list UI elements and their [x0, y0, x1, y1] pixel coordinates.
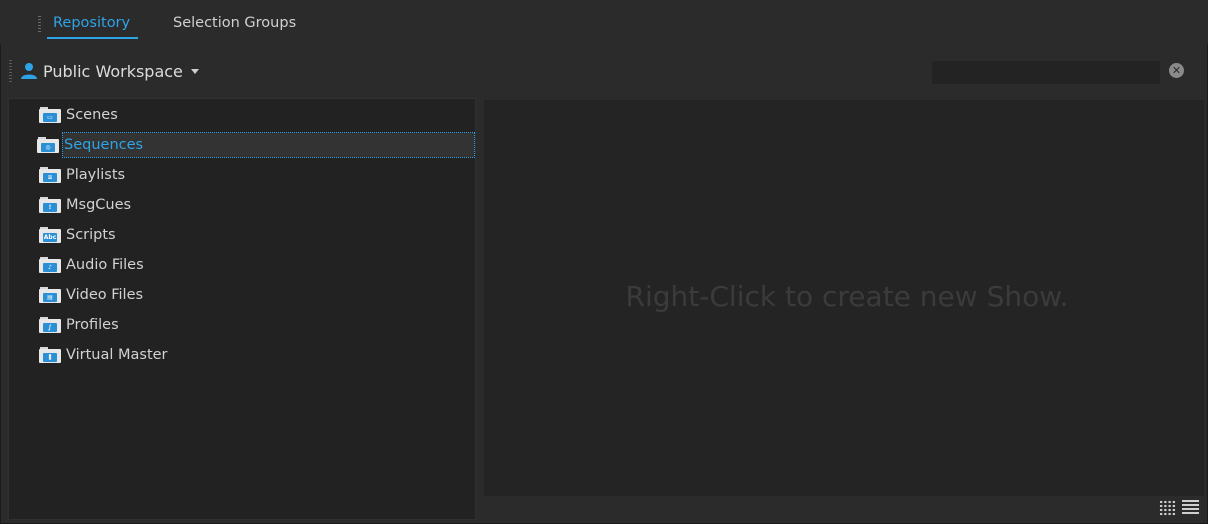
tree-item-label: Video Files — [66, 287, 144, 303]
tree-item-scenes[interactable]: ▭ Scenes — [39, 103, 118, 127]
profiles-folder-icon: ∫ — [39, 317, 61, 333]
scripts-folder-icon: Abc — [39, 227, 61, 243]
repository-tree: ▭ Scenes ◎ Sequences ≡ Playlists ! MsgCu… — [8, 98, 476, 520]
sequences-folder-icon: ◎ — [37, 137, 59, 153]
tab-bar: Repository Selection Groups — [0, 0, 1208, 44]
tree-item-profiles[interactable]: ∫ Profiles — [39, 313, 119, 337]
tree-item-playlists[interactable]: ≡ Playlists — [39, 163, 125, 187]
toolbar-drag-handle[interactable] — [9, 60, 12, 82]
tree-item-label: MsgCues — [66, 197, 132, 213]
virtual-master-folder-icon: ⫼ — [39, 347, 61, 363]
tab-repository[interactable]: Repository — [46, 15, 139, 39]
workspace-label: Public Workspace — [43, 61, 183, 81]
tree-item-sequences[interactable]: ◎ Sequences — [37, 132, 475, 158]
tree-item-virtual-master[interactable]: ⫼ Virtual Master — [39, 343, 168, 367]
clear-search-icon[interactable]: ✕ — [1169, 63, 1184, 78]
tree-item-label: Scenes — [66, 107, 118, 123]
grid-view-icon[interactable] — [1159, 500, 1176, 516]
scenes-folder-icon: ▭ — [39, 107, 61, 123]
tree-item-scripts[interactable]: Abc Scripts — [39, 223, 116, 247]
list-view-icon[interactable] — [1182, 500, 1199, 516]
msgcues-folder-icon: ! — [39, 197, 61, 213]
playlists-folder-icon: ≡ — [39, 167, 61, 183]
empty-state-message: Right-Click to create new Show. — [625, 280, 1069, 313]
video-folder-icon: ▤ — [39, 287, 61, 303]
tree-item-label: Audio Files — [66, 257, 144, 273]
user-icon — [21, 63, 37, 79]
tree-item-msgcues[interactable]: ! MsgCues — [39, 193, 131, 217]
tree-item-label: Playlists — [66, 167, 126, 183]
view-toggle — [1159, 500, 1199, 516]
tree-item-label: Virtual Master — [66, 347, 168, 363]
chevron-down-icon — [190, 69, 199, 74]
drag-handle[interactable] — [38, 16, 41, 32]
workspace-dropdown[interactable]: Public Workspace — [20, 59, 199, 83]
audio-folder-icon: ♪ — [39, 257, 61, 273]
search-input[interactable] — [932, 61, 1160, 84]
tab-selection-groups[interactable]: Selection Groups — [173, 15, 296, 31]
tree-item-label: Profiles — [66, 317, 119, 333]
tree-item-label: Sequences — [64, 137, 144, 153]
tree-item-label: Scripts — [66, 227, 116, 243]
tree-item-audio-files[interactable]: ♪ Audio Files — [39, 253, 144, 277]
tree-item-video-files[interactable]: ▤ Video Files — [39, 283, 143, 307]
show-detail-panel[interactable]: Right-Click to create new Show. — [484, 100, 1204, 496]
